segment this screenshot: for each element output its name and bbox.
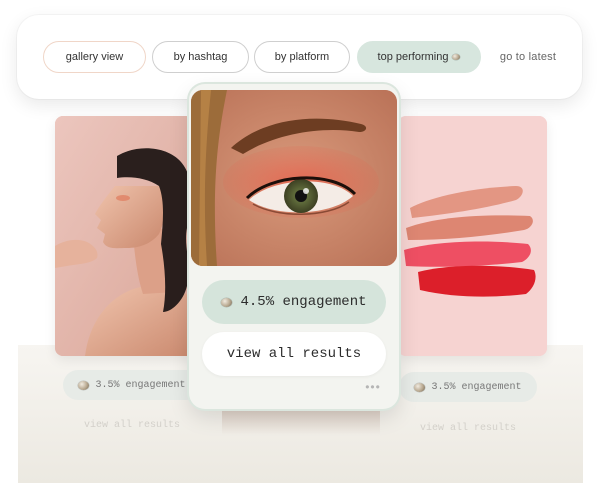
card-reflection [222,405,380,435]
go-to-latest-link[interactable]: go to latest [493,41,563,73]
top-performing-chip[interactable]: top performing [357,41,481,73]
main-engagement-pill: 4.5% engagement [202,280,386,324]
right-view-all-label: view all results [419,422,516,434]
left-view-all-label: view all results [83,419,180,431]
right-view-all-link[interactable]: view all results [399,418,537,438]
main-photo [191,90,397,266]
by-hashtag-label: by hashtag [173,51,228,63]
pebble-icon [452,54,461,60]
go-to-latest-label: go to latest [499,51,557,63]
profile-portrait-image [55,116,203,356]
right-photo-card[interactable] [398,116,547,356]
pebble-icon [78,380,90,390]
view-all-results-label: view all results [226,346,362,362]
pebble-icon [221,297,233,307]
main-engagement-label: 4.5% engagement [240,294,367,310]
by-platform-label: by platform [274,51,330,63]
right-engagement-label: 3.5% engagement [431,381,522,393]
right-engagement-pill: 3.5% engagement [399,372,537,402]
left-view-all-link[interactable]: view all results [63,415,201,435]
more-dots-icon[interactable]: ••• [363,381,383,393]
gallery-view-chip[interactable]: gallery view [43,41,146,73]
left-engagement-pill: 3.5% engagement [63,370,201,400]
main-result-card[interactable]: 4.5% engagement view all results ••• [189,84,399,409]
by-platform-chip[interactable]: by platform [254,41,350,73]
view-all-results-button[interactable]: view all results [202,332,386,376]
eye-closeup-image [191,90,397,266]
left-engagement-label: 3.5% engagement [95,379,186,391]
by-hashtag-chip[interactable]: by hashtag [152,41,249,73]
pebble-icon [414,382,426,392]
lipstick-swatches-image [398,116,547,356]
left-photo-card[interactable] [55,116,203,356]
gallery-view-label: gallery view [65,51,124,63]
top-performing-label: top performing [377,51,449,63]
